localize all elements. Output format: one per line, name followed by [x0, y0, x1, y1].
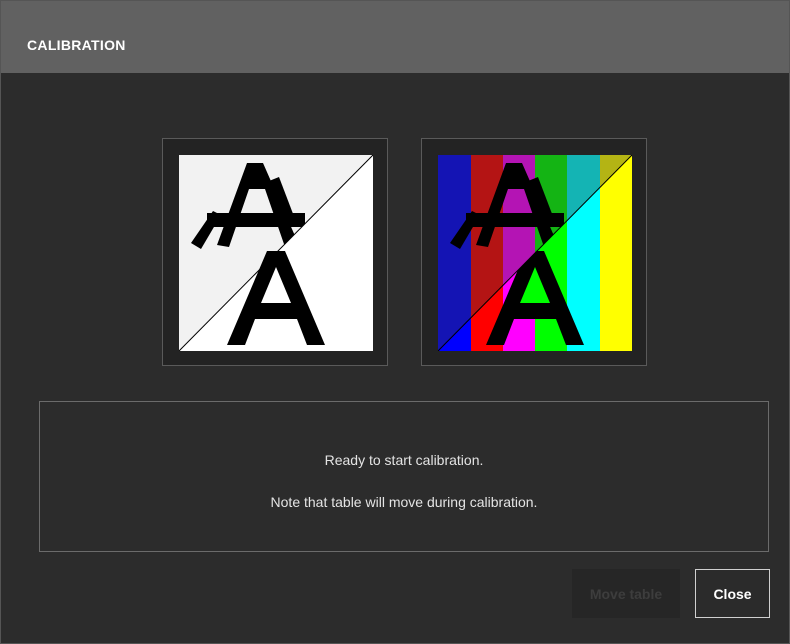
dialog-title: CALIBRATION — [27, 37, 126, 53]
calibration-pattern-grayscale-icon — [179, 155, 373, 351]
status-message-ready: Ready to start calibration. — [324, 452, 484, 468]
close-button[interactable]: Close — [695, 569, 770, 618]
move-table-button[interactable]: Move table — [572, 569, 680, 618]
grayscale-calibration-preview — [162, 138, 388, 366]
status-message-note: Note that table will move during calibra… — [270, 494, 538, 510]
title-bar: CALIBRATION — [1, 1, 789, 73]
calibration-dialog: CALIBRATION Ready to start calibration. … — [0, 0, 790, 644]
calibration-pattern-colorbars-icon — [438, 155, 632, 351]
status-message-panel: Ready to start calibration. Note that ta… — [39, 401, 769, 552]
colorbar-calibration-preview — [421, 138, 647, 366]
